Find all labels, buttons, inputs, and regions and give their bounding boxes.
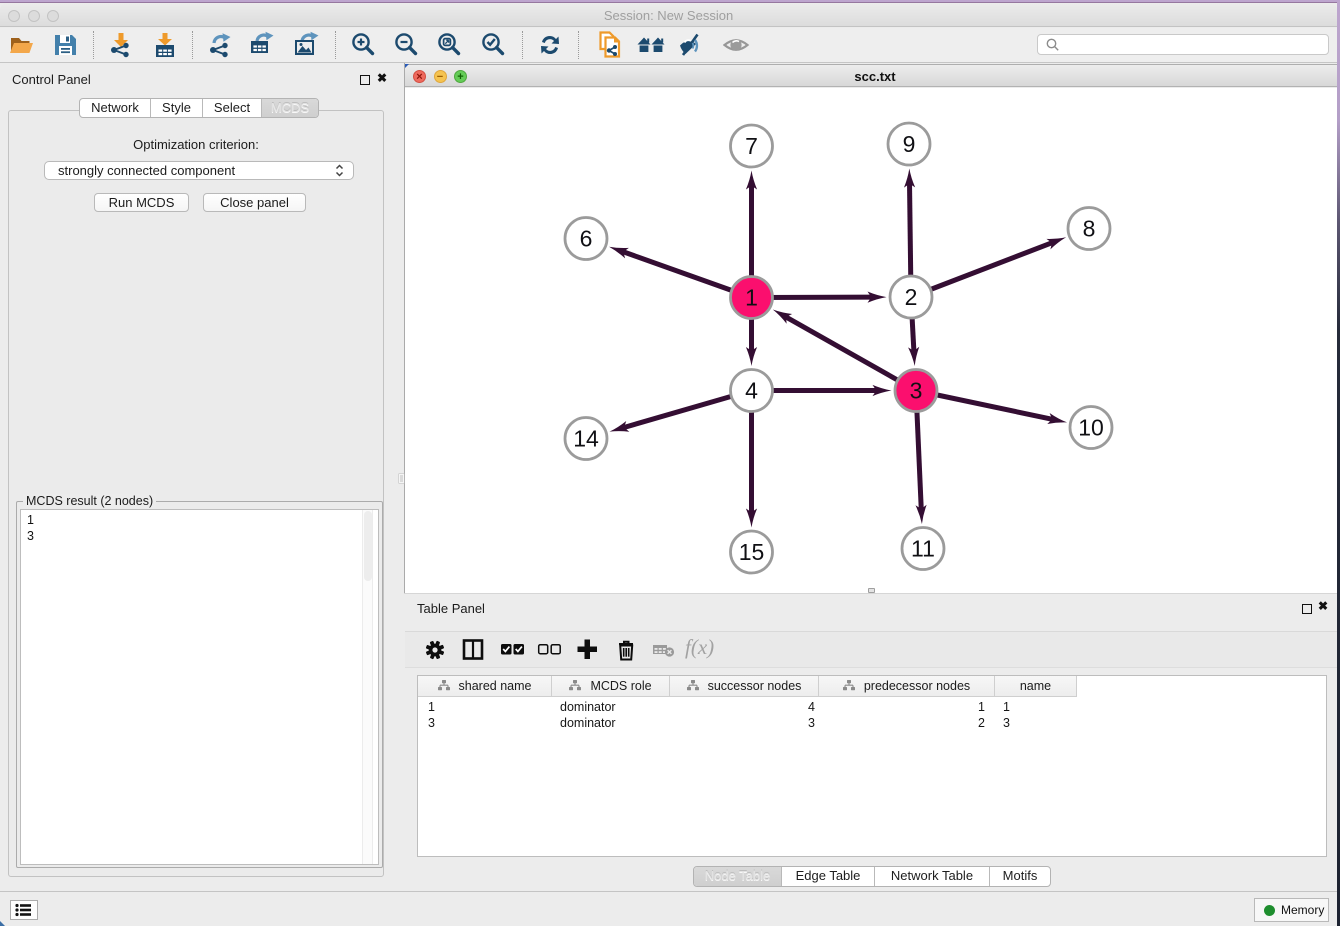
svg-text:6: 6 [580,226,593,252]
svg-text:11: 11 [911,536,935,562]
svg-text:10: 10 [1078,415,1104,441]
svg-text:15: 15 [739,539,765,565]
svg-text:4: 4 [745,378,758,404]
svg-text:2: 2 [905,284,918,310]
svg-text:7: 7 [745,133,758,159]
svg-text:9: 9 [903,131,916,157]
svg-text:14: 14 [573,426,599,452]
svg-text:3: 3 [910,378,923,404]
svg-text:8: 8 [1083,216,1096,242]
svg-text:1: 1 [745,285,758,311]
